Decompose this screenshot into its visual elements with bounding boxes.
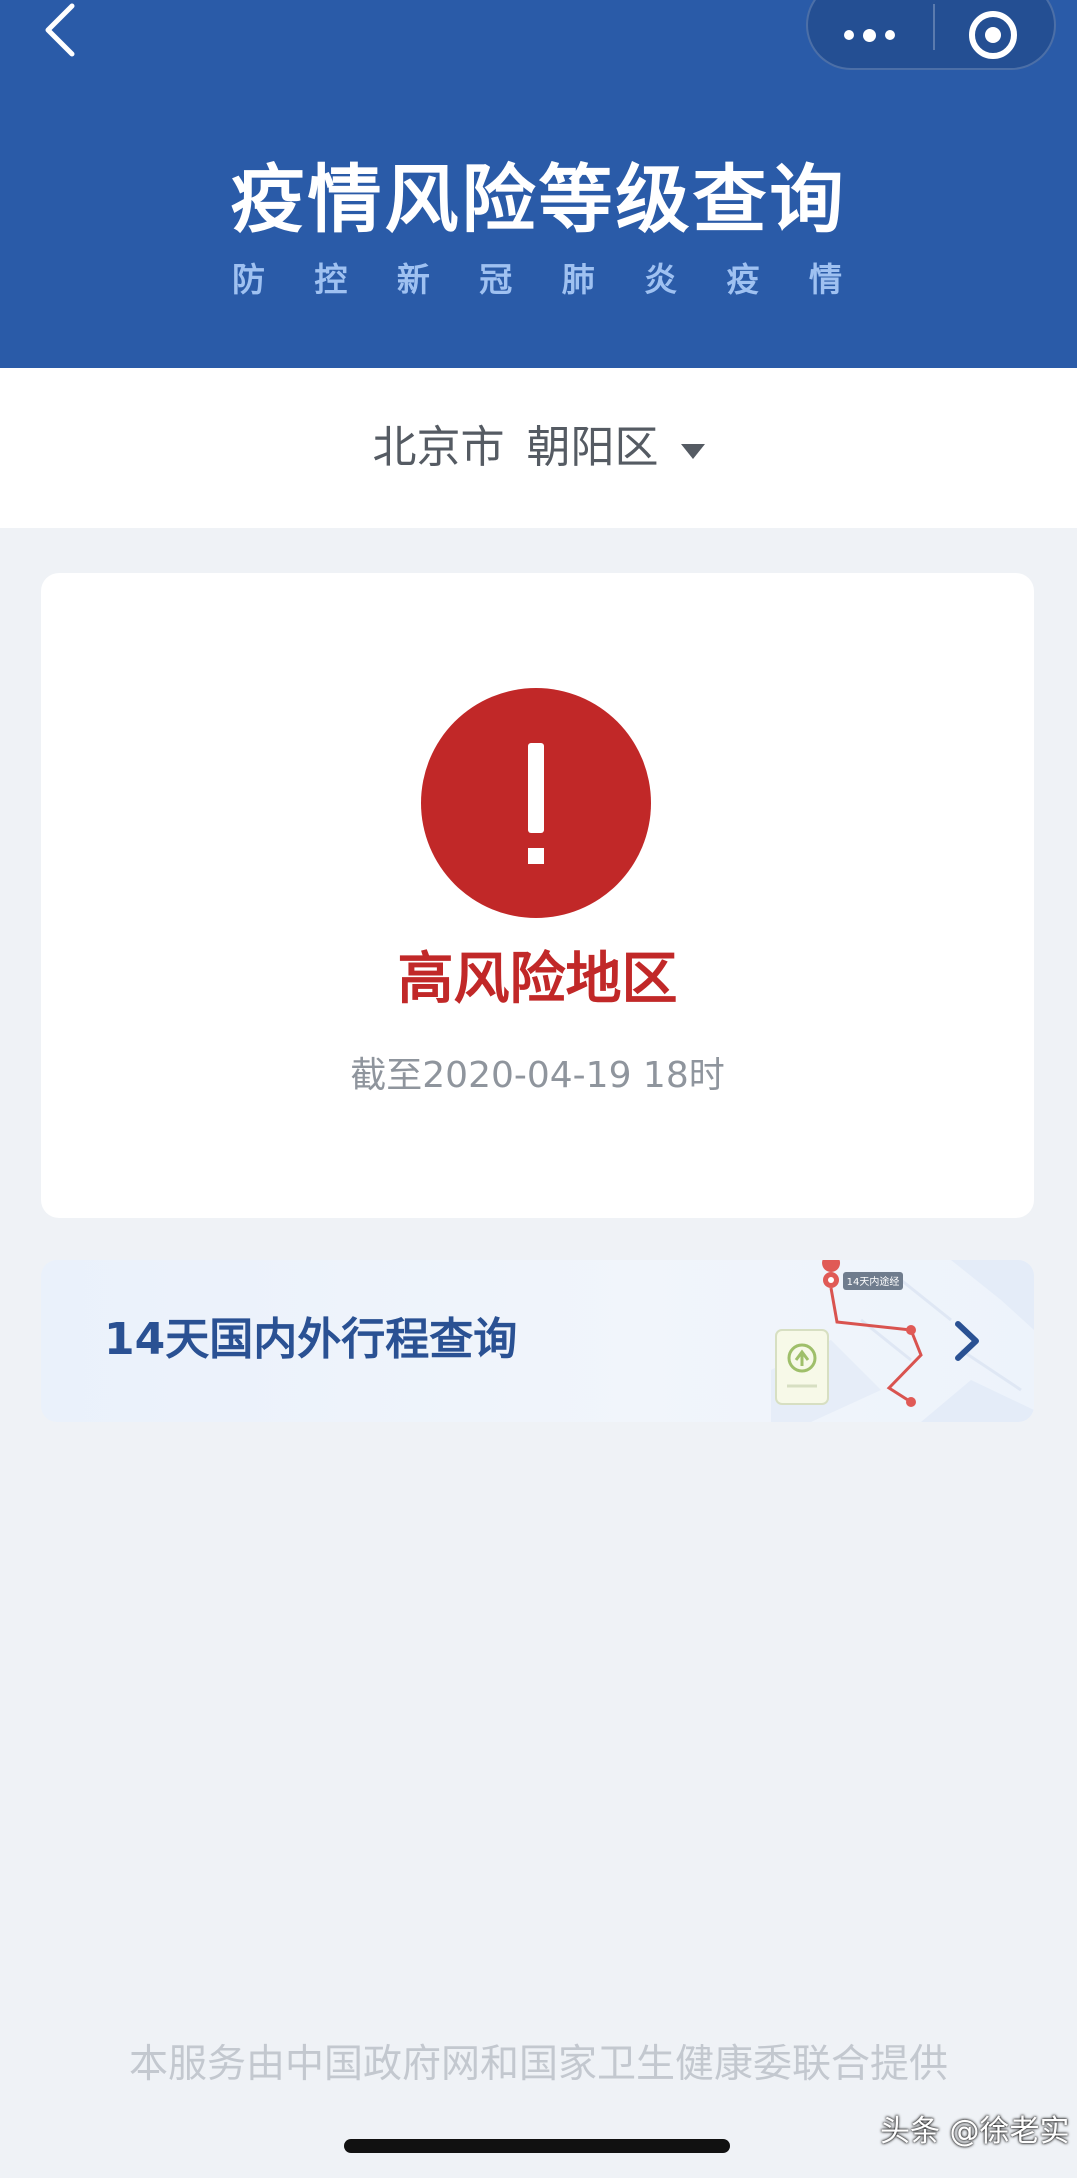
more-dots-icon [844,28,895,42]
subtitle-char: 情 [808,260,842,299]
target-circle-icon [968,11,1017,59]
subtitle-char: 控 [314,260,348,299]
chevron-right-icon [955,1321,979,1361]
service-provider-note: 本服务由中国政府网和国家卫生健康委联合提供 [128,2042,948,2087]
location-selector[interactable]: 北京市 朝阳区 [0,368,1077,528]
risk-card: 高风险地区 截至2020-04-19 18时 [41,573,1034,1218]
chevron-left-icon [45,3,75,57]
caret-down-icon [680,443,705,459]
subtitle-char: 炎 [644,260,678,299]
subtitle-char: 肺 [561,260,595,299]
subtitle-char: 防 [232,260,265,299]
header: 疫情风险等级查询 防 控 新 冠 肺 炎 疫 情 [0,0,1077,368]
watermark: 头条 @徐老实 [880,2114,1070,2149]
page-subtitle: 防 控 新 冠 肺 炎 疫 情 [232,258,842,302]
close-button[interactable] [931,0,1054,68]
risk-level-label: 高风险地区 [397,947,678,1012]
subtitle-char: 新 [396,260,430,299]
exclamation-icon [421,688,651,918]
capsule-divider [933,4,935,50]
back-button[interactable] [30,0,90,60]
map-tag-text: 14天内途经 [847,1275,900,1288]
location-district: 朝阳区 [526,422,659,473]
risk-timestamp: 截至2020-04-19 18时 [350,1055,725,1096]
location-city: 北京市 [372,422,505,473]
more-button[interactable] [808,0,931,68]
trip-query-button[interactable]: 14天国内外行程查询 14天内途经 [41,1260,1034,1422]
trip-query-label: 14天国内外行程查询 [104,1314,518,1365]
trip-map-illustration: 14天内途经 [771,1260,1034,1422]
mini-program-capsule [806,0,1056,70]
home-indicator[interactable] [344,2139,730,2153]
subtitle-char: 疫 [726,260,760,299]
page-title: 疫情风险等级查询 [230,157,847,243]
subtitle-char: 冠 [479,260,513,299]
